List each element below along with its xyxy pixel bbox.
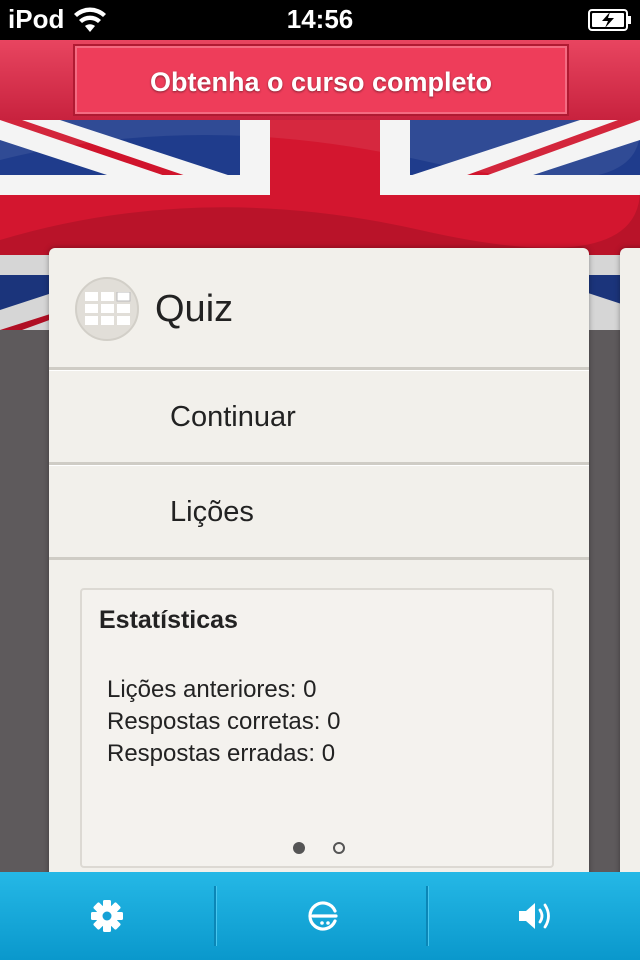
card-title: Quiz bbox=[155, 288, 234, 330]
clock: 14:56 bbox=[286, 4, 354, 34]
stat-wrong-answers: Respostas erradas: 0 bbox=[107, 740, 336, 767]
dictionary-icon bbox=[307, 901, 338, 931]
page-dot-active[interactable] bbox=[293, 842, 305, 854]
page-dot-inactive[interactable] bbox=[333, 842, 345, 854]
next-card-peek[interactable] bbox=[620, 248, 640, 878]
statistics-list: Lições anteriores: 0 Respostas corretas:… bbox=[107, 674, 340, 770]
statistics-title: Estatísticas bbox=[99, 606, 238, 634]
continue-button[interactable]: Continuar bbox=[49, 370, 589, 465]
battery-charging-icon bbox=[588, 9, 631, 31]
bottom-toolbar bbox=[0, 872, 640, 960]
gear-icon bbox=[90, 900, 123, 932]
dictionary-button[interactable] bbox=[216, 872, 429, 960]
continue-label: Continuar bbox=[170, 401, 296, 433]
lessons-button[interactable]: Lições bbox=[49, 465, 589, 560]
statistics-panel: Estatísticas Lições anteriores: 0 Respos… bbox=[80, 588, 554, 868]
quiz-grid-icon bbox=[75, 277, 139, 341]
settings-button[interactable] bbox=[0, 872, 213, 960]
speaker-icon bbox=[518, 903, 550, 929]
get-full-course-button[interactable]: Obtenha o curso completo bbox=[73, 44, 569, 116]
quiz-card: Quiz Continuar Lições Estatísticas Liçõe… bbox=[49, 248, 589, 878]
status-bar: iPod 14:56 bbox=[0, 0, 640, 40]
promo-bar: Obtenha o curso completo bbox=[0, 40, 640, 120]
card-header: Quiz bbox=[49, 248, 589, 370]
sound-button[interactable] bbox=[428, 872, 640, 960]
stat-correct-answers: Respostas corretas: 0 bbox=[107, 708, 341, 735]
lessons-label: Lições bbox=[170, 496, 254, 528]
page-indicator[interactable] bbox=[82, 842, 556, 854]
stat-previous-lessons: Lições anteriores: 0 bbox=[107, 676, 317, 703]
